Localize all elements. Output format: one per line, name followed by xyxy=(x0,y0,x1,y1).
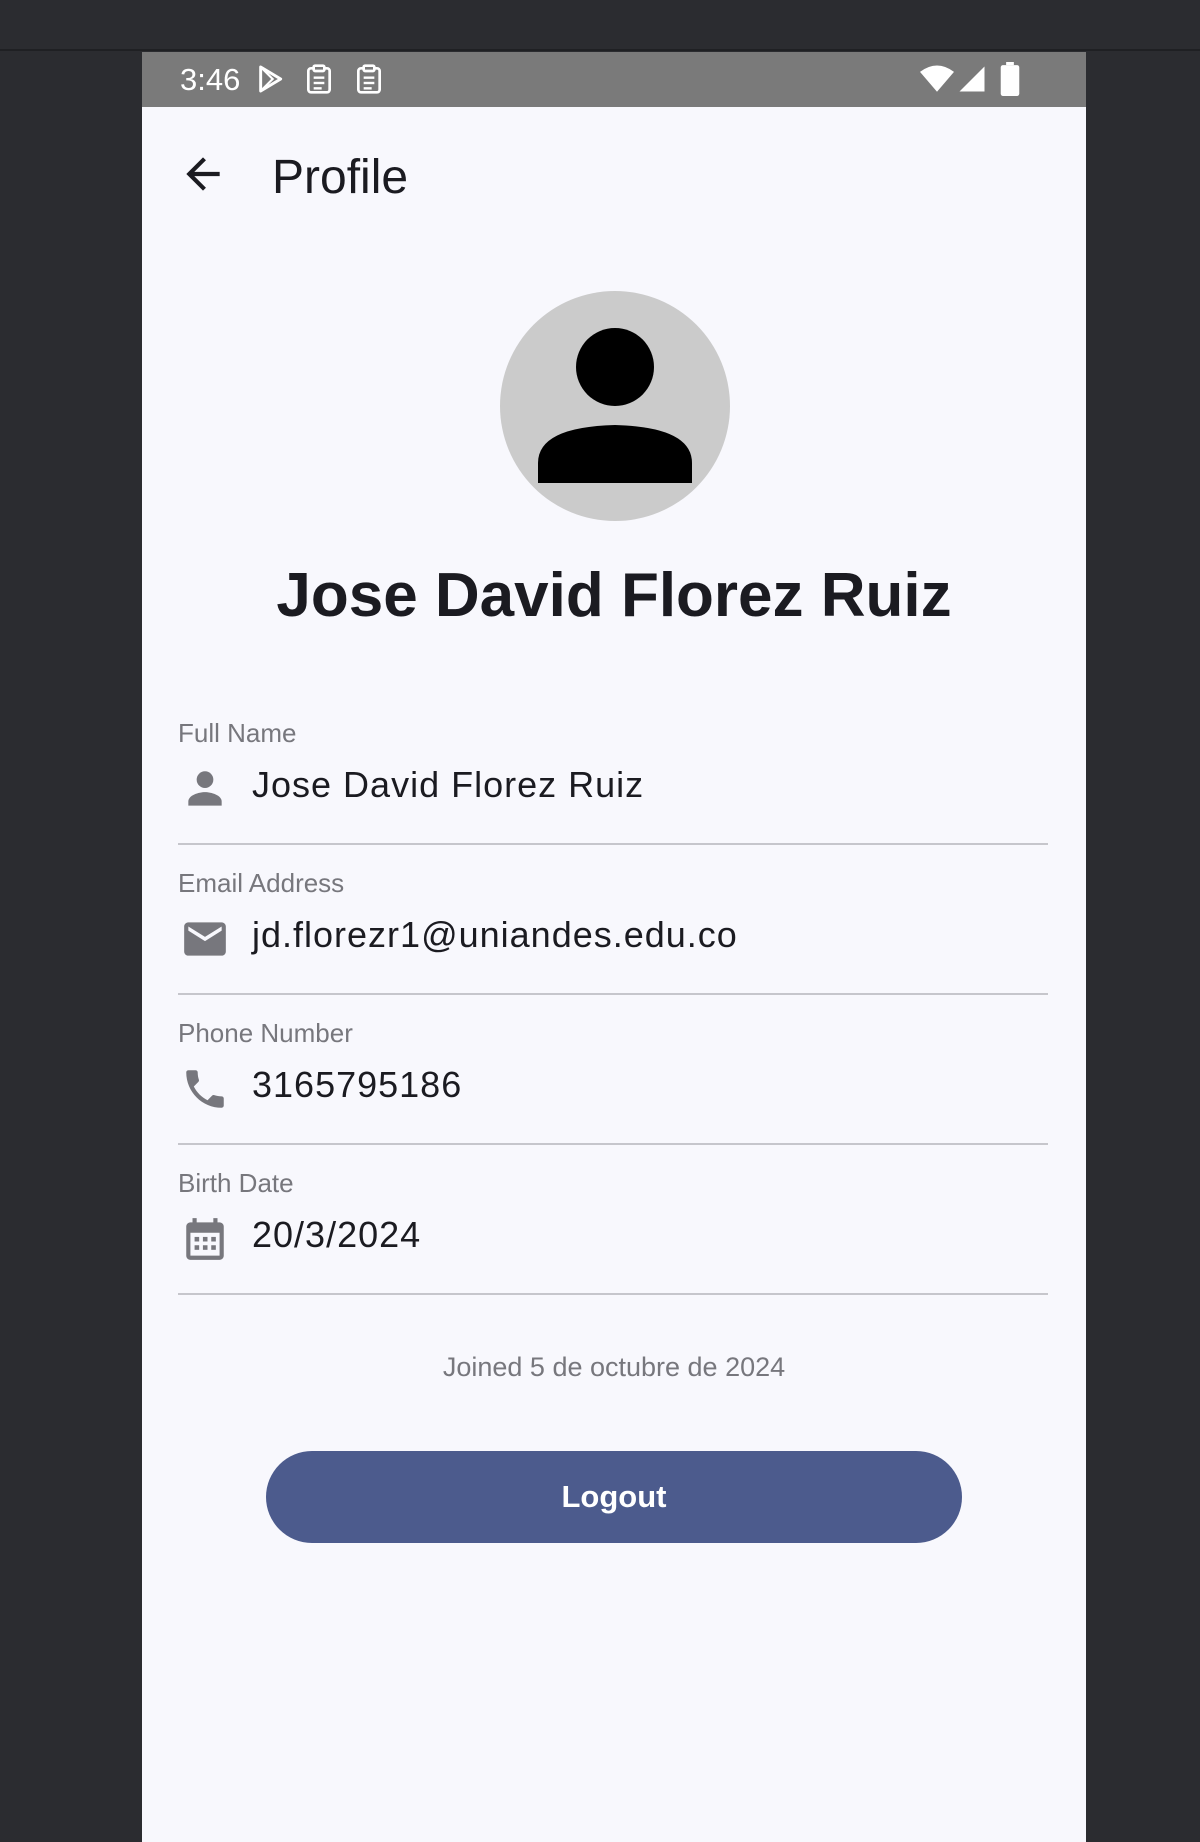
full-name-value: Jose David Florez Ruiz xyxy=(252,764,645,805)
wifi-icon xyxy=(920,64,954,99)
joined-date-text: Joined 5 de octubre de 2024 xyxy=(442,1352,786,1382)
back-button[interactable] xyxy=(178,149,228,199)
email-label: Email Address xyxy=(178,868,345,898)
birth-date-label: Birth Date xyxy=(178,1168,294,1198)
full-name-label: Full Name xyxy=(178,718,297,748)
arrow-back-icon xyxy=(186,157,220,191)
battery-icon xyxy=(1000,62,1020,101)
person-icon xyxy=(538,328,692,483)
profile-display-name: Jose David Florez Ruiz xyxy=(276,561,952,630)
mail-icon xyxy=(178,914,232,964)
avatar xyxy=(500,291,730,521)
emulator-top-bezel xyxy=(0,0,1200,51)
clipboard-icon xyxy=(303,63,335,100)
birth-date-value: 20/3/2024 xyxy=(252,1214,422,1255)
birth-date-field: Birth Date 20/3/2024 xyxy=(178,1168,1048,1295)
status-bar: 3:46 xyxy=(142,52,1086,107)
phone-label: Phone Number xyxy=(178,1018,353,1048)
person-icon xyxy=(178,764,232,814)
calendar-icon xyxy=(178,1214,232,1264)
phone-value: 3165795186 xyxy=(252,1064,463,1105)
play-store-icon xyxy=(254,63,286,100)
phone-icon xyxy=(178,1064,232,1114)
email-value: jd.florezr1@uniandes.edu.co xyxy=(252,914,738,955)
clipboard-icon xyxy=(353,63,385,100)
email-field: Email Address jd.florezr1@uniandes.edu.c… xyxy=(178,868,1048,995)
logout-button[interactable]: Logout xyxy=(266,1451,962,1543)
phone-field: Phone Number 3165795186 xyxy=(178,1018,1048,1145)
full-name-field: Full Name Jose David Florez Ruiz xyxy=(178,718,1048,845)
status-time: 3:46 xyxy=(180,62,241,97)
signal-icon xyxy=(957,64,987,99)
page-title: Profile xyxy=(272,151,409,204)
phone-screen: 3:46 Profile Jose David Florez Ruiz Full… xyxy=(142,52,1086,1842)
